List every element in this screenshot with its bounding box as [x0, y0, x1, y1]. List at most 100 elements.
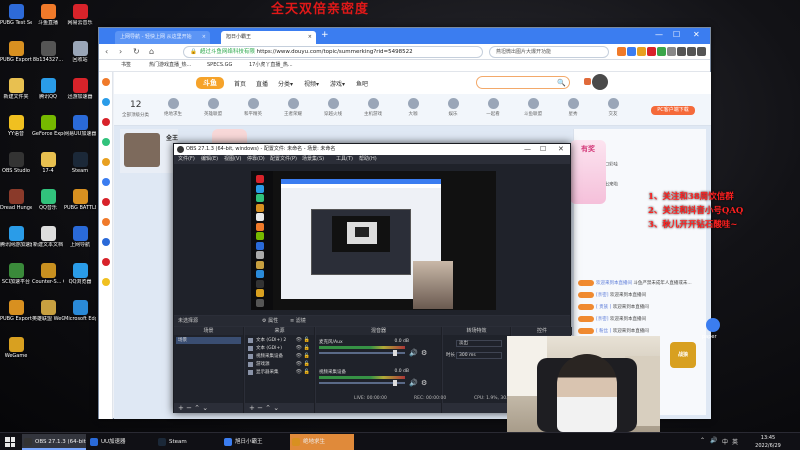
category-item[interactable]: 穿越火线 [318, 98, 348, 117]
nav-category[interactable]: 分类▾ [278, 79, 293, 88]
toolbar-extension-icon[interactable] [677, 47, 686, 56]
desktop-icon[interactable]: 英雄联盟 WeGame版 [32, 300, 64, 322]
app-icon[interactable] [706, 318, 720, 332]
start-button[interactable] [5, 437, 15, 447]
visibility-icon[interactable]: 👁 [296, 345, 302, 352]
toolbar-extension-icon[interactable] [617, 47, 626, 56]
desktop-icon[interactable]: 上网导航 [64, 226, 96, 248]
sidebar-app-icon[interactable] [102, 238, 110, 246]
tab-close-icon[interactable]: × [202, 33, 206, 42]
sidebar-app-icon[interactable] [102, 138, 110, 146]
category-item[interactable]: 星秀 [558, 98, 588, 117]
close-button[interactable]: ✕ [693, 30, 700, 39]
toolbar-extension-icon[interactable] [667, 47, 676, 56]
refresh-icon[interactable]: ↻ [133, 47, 140, 56]
bookmark-item[interactable]: 热门游戏直播_热... [149, 60, 191, 71]
transition-duration[interactable]: 时长 300 ms [446, 351, 508, 360]
home-icon[interactable]: ⌂ [149, 47, 154, 56]
menu-tools[interactable]: 工具(T) [336, 155, 353, 164]
tab-douyu[interactable]: 旭日小霸王 × [221, 31, 316, 44]
language-icon[interactable]: 英 [732, 437, 738, 446]
toolbar-extension-icon[interactable] [647, 47, 656, 56]
desktop-icon[interactable]: QQ音乐 [32, 189, 64, 211]
nav-video[interactable]: 视频▾ [304, 79, 319, 88]
desktop-icon[interactable]: 17-4 [32, 152, 64, 174]
transition-select[interactable]: 淡出 [446, 339, 508, 348]
chat-username[interactable]: [ 贵族 ] [596, 305, 611, 310]
chat-username[interactable]: [ 粉丝 ] [596, 329, 611, 334]
tab-close-icon[interactable]: × [308, 33, 312, 42]
desktop-icon[interactable]: 网易云音乐 [64, 4, 96, 26]
desktop-icon[interactable]: SCI加速平台 [0, 263, 32, 285]
dock-footer-controls[interactable]: + − ⌃ ⌄ [245, 403, 314, 413]
douyu-search-input[interactable]: 🔍 [476, 76, 570, 89]
promo-side-banner[interactable]: 有奖 [570, 140, 606, 204]
source-item[interactable]: 显示器采集 👁 🔓 [247, 369, 312, 376]
volume-icon[interactable]: 🔊 [710, 437, 717, 444]
toolbar-extension-icon[interactable] [637, 47, 646, 56]
lock-icon[interactable]: 🔓 [304, 353, 310, 360]
visibility-icon[interactable]: 👁 [296, 369, 302, 376]
toolbar-extension-icon[interactable] [697, 47, 706, 56]
lock-icon[interactable]: 🔓 [304, 337, 310, 344]
desktop-icon[interactable]: 迅游加速器 [64, 78, 96, 100]
category-item[interactable]: 王者荣耀 [278, 98, 308, 117]
tab-navigation[interactable]: 上网导航 - 轻快上网 从这里开始 × [115, 31, 210, 44]
sidebar-app-icon[interactable] [102, 118, 110, 126]
menu-view[interactable]: 视图(V) [224, 155, 241, 164]
volume-slider-knob[interactable] [392, 350, 397, 356]
visibility-icon[interactable]: 👁 [296, 337, 302, 344]
desktop-icon[interactable]: PUBG Test Server [0, 4, 32, 26]
menu-profile[interactable]: 配置文件(P) [270, 155, 297, 164]
desktop-icon[interactable]: 8b134327... [32, 41, 64, 63]
toolbar-extension-icon[interactable] [687, 47, 696, 56]
close-button[interactable]: ✕ [558, 144, 564, 155]
sidebar-app-icon[interactable] [102, 78, 110, 86]
sidebar-app-icon[interactable] [102, 258, 110, 266]
ime-icon[interactable]: 中 [722, 437, 728, 446]
desktop-icon[interactable]: Steam [64, 152, 96, 174]
visibility-icon[interactable]: 👁 [296, 361, 302, 368]
category-item[interactable]: 大咖 [398, 98, 428, 117]
desktop-icon[interactable]: 腾讯QQ [32, 78, 64, 100]
bookmark-item[interactable]: 书签 [121, 60, 131, 71]
back-icon[interactable]: ‹ [105, 47, 108, 56]
desktop-icon[interactable]: 网易UU加速器 [64, 115, 96, 137]
nav-game[interactable]: 游戏▾ [330, 79, 345, 88]
volume-slider-knob[interactable] [392, 380, 397, 386]
bookmark-item[interactable]: SPECS.GG [207, 60, 232, 71]
avatar[interactable] [592, 74, 608, 90]
speaker-icon[interactable]: 🔊 [409, 349, 418, 357]
desktop-icon[interactable]: QQ浏览器 [64, 263, 96, 285]
nav-live[interactable]: 直播 [256, 79, 268, 88]
douyu-logo[interactable]: 斗鱼 [196, 77, 224, 89]
forward-icon[interactable]: › [119, 47, 122, 56]
sidebar-app-icon[interactable] [102, 98, 110, 106]
desktop-icon[interactable]: 新建文本文档 [32, 226, 64, 248]
search-icon[interactable]: 🔍 [557, 79, 566, 87]
maximize-button[interactable]: ☐ [540, 144, 546, 155]
taskbar-item[interactable]: OBS 27.1.3 (64-bit... [22, 434, 86, 450]
source-item[interactable]: 文本 (GDI+) 2 👁 🔓 [247, 337, 312, 344]
menu-help[interactable]: 帮助(H) [359, 155, 377, 164]
source-item[interactable]: 视频采集设备 👁 🔓 [247, 353, 312, 360]
menu-dock[interactable]: 停靠(D) [247, 155, 265, 164]
desktop-icon[interactable]: WeGame [0, 337, 32, 359]
minimize-button[interactable]: — [524, 144, 531, 155]
lock-icon[interactable]: 🔓 [304, 345, 310, 352]
speaker-icon[interactable]: 🔊 [409, 379, 418, 387]
desktop-icon[interactable]: GeForce Experience [32, 115, 64, 137]
desktop-icon[interactable]: PUBG Export... [0, 300, 32, 322]
new-tab-button[interactable]: + [321, 30, 329, 40]
url-input[interactable]: 🔒 超过斗鱼网络科技有限 https://www.douyu.com/topic/… [183, 46, 483, 58]
properties-button[interactable]: ⚙ 属性 [262, 316, 278, 326]
desktop-icon[interactable]: 新建文件夹 [0, 78, 32, 100]
scene-item[interactable]: 场景 [176, 337, 241, 344]
desktop-icon[interactable]: Microsoft Edge [64, 300, 96, 322]
desktop-icon[interactable]: 腾讯网游加速器 [0, 226, 32, 248]
source-item[interactable]: 文本 (GDI+) 👁 🔓 [247, 345, 312, 352]
streamer-avatar[interactable] [124, 133, 160, 167]
toolbar-extension-icon[interactable] [627, 47, 636, 56]
gear-icon[interactable]: ⚙ [421, 349, 427, 357]
search-input[interactable]: 燕坦微出图片大爆开功能 [489, 46, 609, 58]
